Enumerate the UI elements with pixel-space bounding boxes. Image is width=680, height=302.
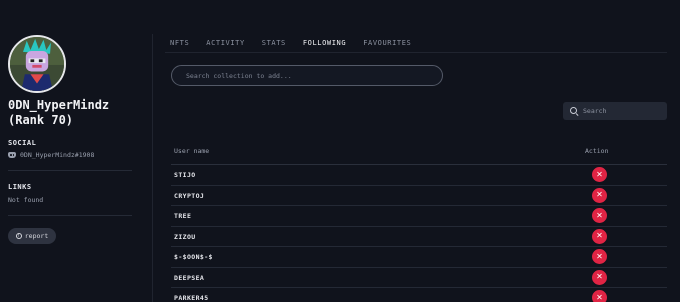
divider — [8, 215, 132, 216]
profile-tabs: NFTS ACTIVITY STATS FOLLOWING FAVOURITES — [170, 39, 428, 53]
tab-following[interactable]: FOLLOWING — [302, 39, 347, 53]
tab-activity[interactable]: ACTIVITY — [206, 39, 245, 53]
remove-button[interactable]: ✕ — [592, 228, 607, 244]
sidebar-divider — [152, 34, 153, 302]
following-table: STIJO ✕ CRYPTOJ ✕ TREE ✕ ZIZOU ✕ $-$OON$… — [171, 165, 667, 302]
avatar[interactable] — [8, 35, 66, 93]
row-username[interactable]: PARKER45 — [174, 294, 209, 302]
social-title: SOCIAL — [8, 139, 37, 147]
table-row: $-$OON$-$ ✕ — [171, 247, 667, 268]
close-icon: ✕ — [596, 190, 603, 199]
table-search[interactable] — [563, 102, 667, 120]
remove-button[interactable]: ✕ — [592, 208, 607, 223]
close-icon: ✕ — [596, 210, 603, 220]
divider — [8, 170, 132, 171]
row-username[interactable]: $-$OON$-$ — [174, 253, 213, 261]
profile-sidebar: 0DN_HyperMindz (Rank 70) SOCIAL 0DN_Hype… — [0, 0, 150, 302]
table-row: CRYPTOJ ✕ — [171, 186, 667, 206]
table-search-input[interactable] — [583, 107, 663, 115]
search-icon — [570, 107, 578, 115]
discord-icon — [8, 152, 16, 158]
close-icon: ✕ — [596, 251, 603, 261]
column-header-username: User name — [174, 147, 210, 155]
remove-button[interactable]: ✕ — [592, 269, 607, 285]
tab-nfts[interactable]: NFTS — [170, 39, 189, 53]
avatar-image — [10, 37, 64, 91]
tab-stats[interactable]: STATS — [262, 39, 286, 53]
row-username[interactable]: TREE — [174, 212, 191, 220]
close-icon: ✕ — [596, 272, 603, 281]
tabs-divider — [165, 52, 667, 53]
table-row: STIJO ✕ — [171, 165, 667, 186]
close-icon: ✕ — [596, 231, 603, 240]
row-username[interactable]: ZIZOU — [174, 233, 196, 241]
report-button[interactable]: ! report — [8, 228, 56, 244]
close-icon: ✕ — [596, 292, 603, 302]
remove-button[interactable]: ✕ — [592, 187, 607, 203]
links-value: Not found — [8, 196, 44, 204]
discord-handle: 0DN_HyperMindz#1908 — [20, 151, 95, 159]
table-row: TREE ✕ — [171, 206, 667, 227]
remove-button[interactable]: ✕ — [592, 167, 607, 182]
remove-button[interactable]: ✕ — [592, 290, 607, 302]
tab-favourites[interactable]: FAVOURITES — [363, 39, 411, 53]
table-row: ZIZOU ✕ — [171, 227, 667, 247]
info-icon: ! — [15, 233, 22, 239]
row-username[interactable]: DEEPSEA — [174, 274, 204, 282]
table-row: PARKER45 ✕ — [171, 288, 667, 302]
collection-search-input[interactable] — [171, 65, 443, 86]
row-username[interactable]: CRYPTOJ — [174, 192, 204, 200]
discord-link[interactable]: 0DN_HyperMindz#1908 — [8, 151, 94, 159]
close-icon: ✕ — [596, 169, 603, 179]
remove-button[interactable]: ✕ — [592, 249, 607, 264]
table-row: DEEPSEA ✕ — [171, 268, 667, 288]
profile-username: 0DN_HyperMindz (Rank 70) — [8, 98, 110, 127]
report-label: report — [24, 232, 49, 240]
links-title: LINKS — [8, 183, 32, 191]
column-header-action: Action — [585, 147, 609, 155]
row-username[interactable]: STIJO — [174, 171, 196, 179]
